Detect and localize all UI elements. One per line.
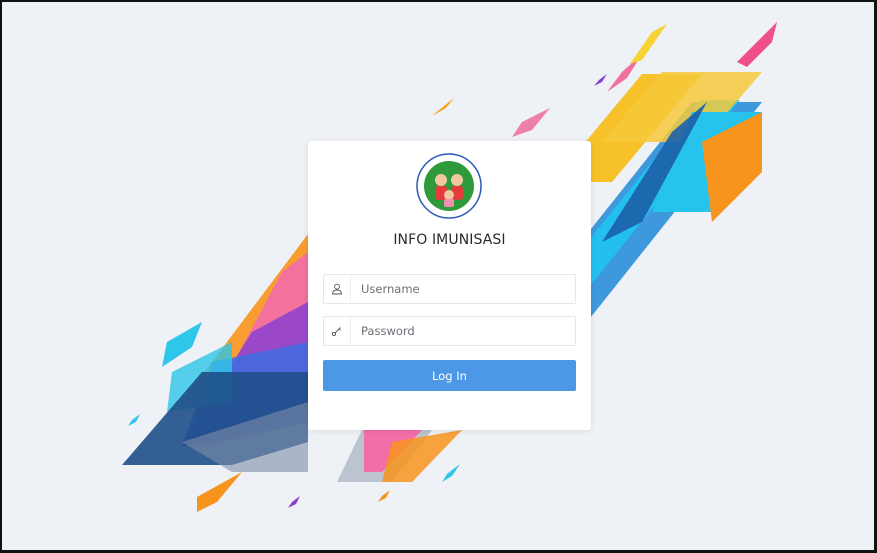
username-field[interactable]	[323, 274, 576, 304]
page-frame: INFO IMUNISASI Log In	[0, 0, 877, 553]
key-icon	[324, 317, 351, 345]
login-button[interactable]: Log In	[323, 360, 576, 391]
password-field[interactable]	[323, 316, 576, 346]
user-icon	[324, 275, 351, 303]
username-input[interactable]	[351, 275, 575, 303]
login-card: INFO IMUNISASI Log In	[308, 141, 591, 430]
logo	[416, 153, 482, 219]
password-input[interactable]	[351, 317, 575, 345]
page-title: INFO IMUNISASI	[393, 232, 506, 248]
